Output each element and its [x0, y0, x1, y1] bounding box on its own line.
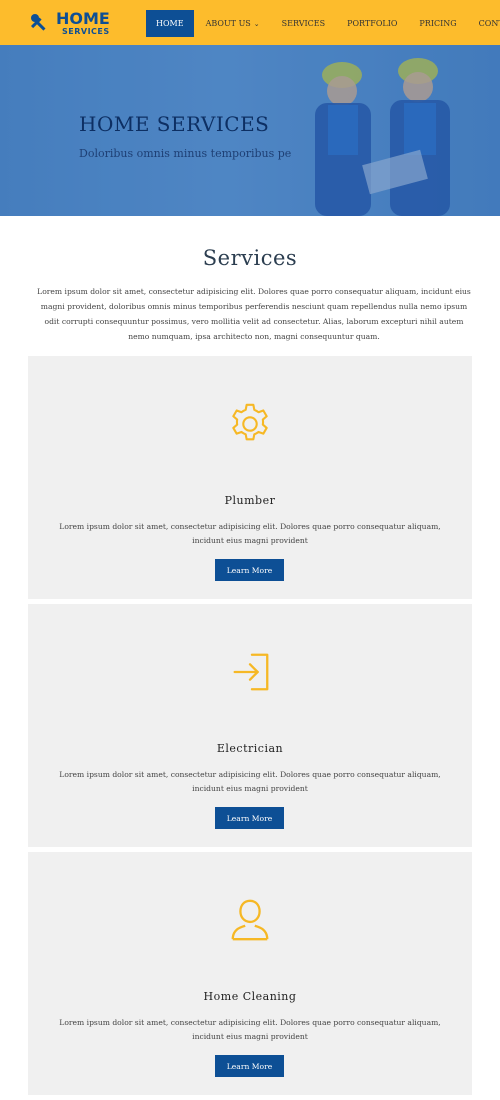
section-title: Services [202, 246, 298, 270]
service-card-plumber: Plumber Lorem ipsum dolor sit amet, cons… [28, 356, 472, 599]
site-header: HOME SERVICES HOME ABOUT US ⌄ SERVICES PO… [0, 0, 500, 45]
nav-item-services[interactable]: SERVICES [272, 10, 335, 37]
user-icon [231, 899, 269, 941]
hero-title: HOME SERVICES [79, 112, 270, 136]
tools-logo-icon [31, 14, 46, 31]
brand-logo[interactable]: HOME SERVICES [28, 6, 110, 40]
card-description: Lorem ipsum dolor sit amet, consectetur … [59, 1018, 441, 1041]
learn-more-button[interactable]: Learn More [215, 807, 284, 829]
nav-item-about-us[interactable]: ABOUT US ⌄ [196, 10, 270, 37]
section-intro: Lorem ipsum dolor sit amet, consectetur … [37, 287, 471, 341]
learn-more-button[interactable]: Learn More [215, 559, 284, 581]
card-title: Electrician [216, 742, 284, 755]
brand-name: HOME [56, 8, 110, 28]
learn-more-button[interactable]: Learn More [215, 1055, 284, 1077]
gear-icon [232, 403, 268, 441]
card-description: Lorem ipsum dolor sit amet, consectetur … [59, 770, 441, 793]
nav-item-home[interactable]: HOME [146, 10, 194, 37]
chevron-down-icon: ⌄ [253, 20, 260, 28]
nav-item-about-us-label: ABOUT US [205, 19, 251, 28]
nav-item-pricing[interactable]: PRICING [409, 10, 466, 37]
main-nav: HOME ABOUT US ⌄ SERVICES PORTFOLIO PRICIN… [146, 10, 500, 37]
service-card-electrician: Electrician Lorem ipsum dolor sit amet, … [28, 604, 472, 847]
service-card-home-cleaning: Home Cleaning Lorem ipsum dolor sit amet… [28, 852, 472, 1095]
card-description: Lorem ipsum dolor sit amet, consectetur … [59, 522, 441, 545]
nav-item-contact[interactable]: CONTACT [469, 10, 500, 37]
card-title: Home Cleaning [203, 990, 297, 1003]
card-title: Plumber [224, 494, 276, 507]
brand-subname: SERVICES [62, 26, 110, 36]
hero-banner: HOME SERVICES Doloribus omnis minus temp… [0, 45, 500, 216]
hero-subtitle: Doloribus omnis minus temporibus pe [79, 147, 292, 160]
nav-item-portfolio[interactable]: PORTFOLIO [337, 10, 407, 37]
brand-text: HOME SERVICES [56, 8, 110, 36]
login-arrow-icon [233, 653, 269, 691]
